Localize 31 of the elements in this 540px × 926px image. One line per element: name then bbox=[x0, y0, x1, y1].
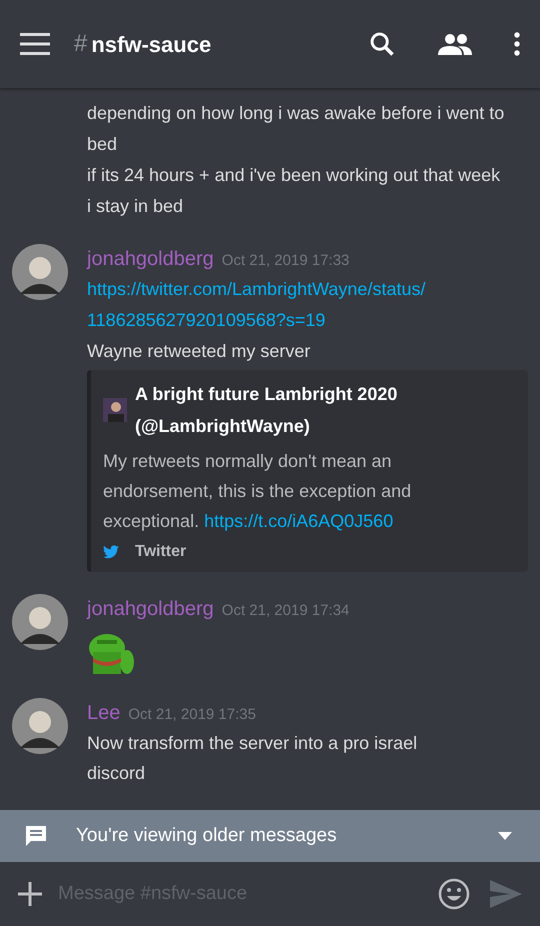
more-icon[interactable] bbox=[514, 32, 520, 56]
older-messages-banner[interactable]: You're viewing older messages bbox=[0, 810, 540, 862]
embed-footer: Twitter bbox=[135, 540, 186, 564]
link[interactable]: https://twitter.com/LambrightWayne/status/ bbox=[87, 274, 528, 305]
message-text: if its 24 hours + and i've been working out that week i stay in bed bbox=[87, 164, 502, 218]
banner-text: You're viewing older messages bbox=[76, 824, 338, 848]
bird-icon bbox=[103, 545, 119, 559]
timestamp: Oct 21, 2019 17:33 bbox=[222, 251, 350, 271]
hash-symbol: # bbox=[74, 29, 88, 59]
search-icon[interactable] bbox=[368, 30, 396, 58]
timestamp: Oct 21, 2019 17:34 bbox=[222, 601, 350, 621]
menu-icon[interactable] bbox=[20, 33, 50, 55]
link[interactable]: 1186285627920109568?s=19 bbox=[87, 305, 528, 336]
avatar bbox=[12, 244, 68, 300]
embed-title[interactable]: A bright future Lambright 2020 (@LambrightWayne) bbox=[135, 378, 516, 442]
timestamp: Oct 21, 2019 17:35 bbox=[128, 705, 256, 725]
avatar bbox=[12, 698, 68, 754]
caret-icon bbox=[498, 832, 512, 840]
chat-icon bbox=[24, 824, 48, 848]
username[interactable]: Lee bbox=[87, 698, 120, 728]
embed-description: My retweets normally don't mean an endorsement, this is the exception and exceptional. https://t.co/iA6AQ0J560 bbox=[103, 450, 412, 533]
message-text: Now transform the server into a pro israel discord bbox=[87, 732, 418, 785]
username[interactable]: jonahgoldberg bbox=[87, 244, 214, 274]
members-icon[interactable] bbox=[438, 33, 472, 55]
message-text: Wayne retweeted my server bbox=[87, 340, 312, 363]
add-icon[interactable] bbox=[18, 882, 42, 906]
username[interactable]: jonahgoldberg bbox=[87, 594, 214, 624]
link[interactable]: https://t.co/iA6AQ0J560 bbox=[204, 511, 394, 531]
avatar bbox=[12, 594, 68, 650]
emoji-icon[interactable] bbox=[438, 878, 470, 910]
channel-name: nsfw-sauce bbox=[91, 30, 212, 58]
